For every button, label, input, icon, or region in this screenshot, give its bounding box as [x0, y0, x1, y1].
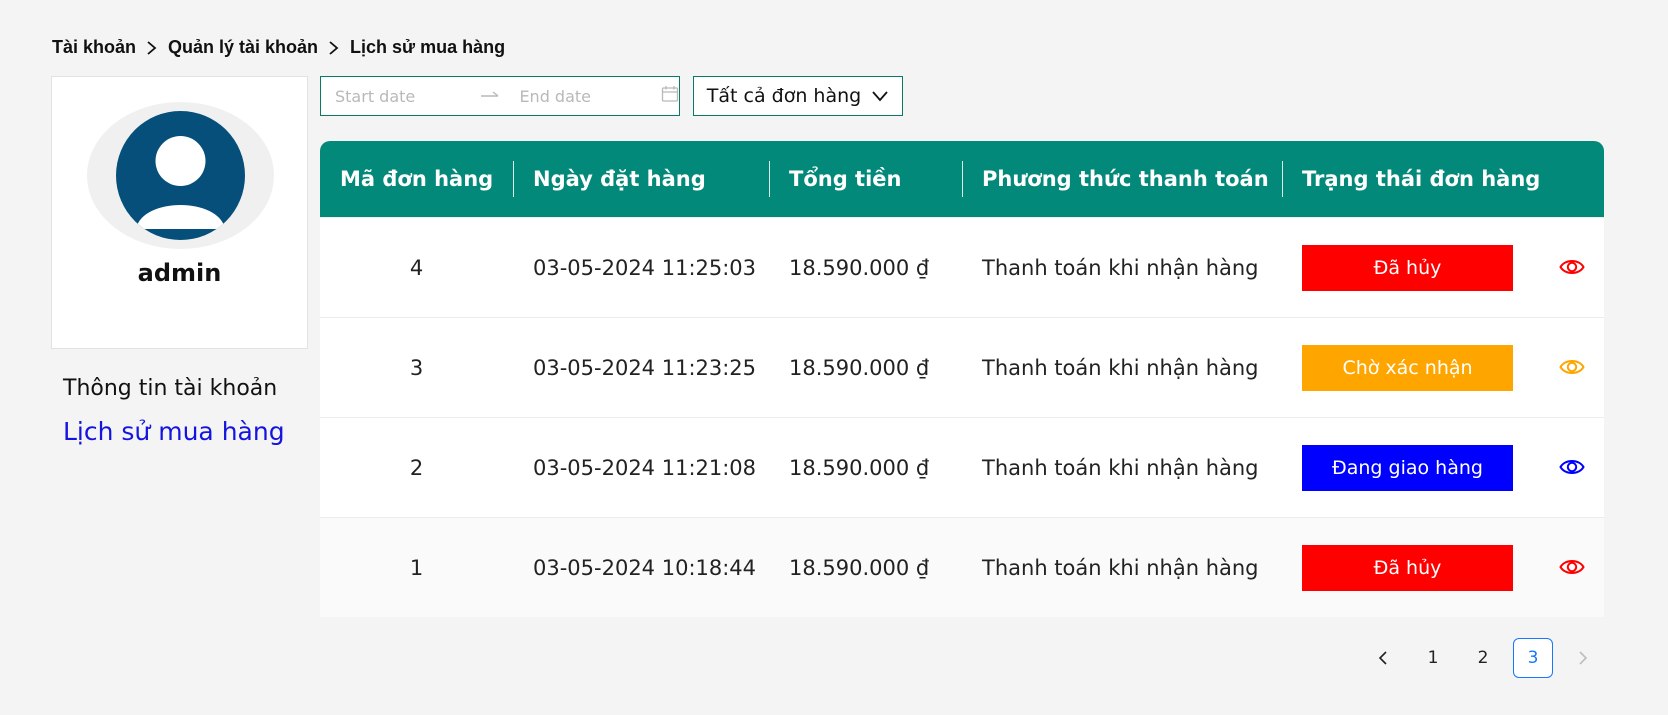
page-button-2[interactable]: 2: [1463, 638, 1503, 678]
order-date: 03-05-2024 11:23:25: [533, 355, 757, 380]
order-id: 3: [409, 355, 424, 380]
menu-item-account-info[interactable]: Thông tin tài khoản: [63, 374, 285, 404]
breadcrumb-account[interactable]: Tài khoản: [52, 37, 136, 58]
breadcrumb-purchase-history: Lịch sử mua hàng: [350, 37, 506, 57]
table-row: 4 03-05-2024 11:25:03 18.590.000 ₫ Thanh…: [320, 217, 1604, 317]
menu-item-purchase-history[interactable]: Lịch sử mua hàng: [63, 417, 285, 447]
column-header-payment-method: Phương thức thanh toán: [962, 141, 1282, 217]
view-order-eye-icon[interactable]: [1559, 256, 1585, 278]
order-date: 03-05-2024 11:21:08: [533, 455, 757, 480]
view-order-eye-icon[interactable]: [1559, 556, 1585, 578]
next-page-chevron-right-icon[interactable]: [1563, 638, 1603, 678]
order-status-cell: Chờ xác nhận: [1282, 344, 1604, 391]
order-status-select[interactable]: Tất cả đơn hàng: [693, 76, 903, 116]
view-order-eye-icon[interactable]: [1559, 356, 1585, 378]
date-range-picker[interactable]: Start date End date: [320, 76, 680, 116]
chevron-down-icon: [871, 85, 889, 107]
orders-table: Mã đơn hàng Ngày đặt hàng Tổng tiền Phươ…: [320, 141, 1604, 617]
chevron-right-icon: [146, 40, 158, 56]
order-total: 18.590.000 ₫: [789, 355, 930, 380]
breadcrumb: Tài khoản Quản lý tài khoản Lịch sử mua …: [52, 37, 505, 58]
payment-method: Thanh toán khi nhận hàng: [982, 255, 1259, 280]
table-row: 1 03-05-2024 10:18:44 18.590.000 ₫ Thanh…: [320, 517, 1604, 617]
chevron-right-icon: [328, 40, 340, 56]
user-avatar-icon: [116, 111, 245, 240]
breadcrumb-account-management[interactable]: Quản lý tài khoản: [168, 37, 318, 58]
column-header-order-id: Mã đơn hàng: [340, 167, 494, 191]
order-id: 4: [409, 255, 424, 280]
calendar-icon[interactable]: [661, 85, 679, 107]
payment-method: Thanh toán khi nhận hàng: [982, 455, 1259, 480]
order-status-cell: Đang giao hàng: [1282, 444, 1604, 491]
status-badge: Đang giao hàng: [1302, 444, 1513, 491]
order-total: 18.590.000 ₫: [789, 455, 930, 480]
payment-method: Thanh toán khi nhận hàng: [982, 555, 1259, 580]
account-side-menu: Thông tin tài khoản Lịch sử mua hàng: [63, 374, 285, 447]
order-status-cell: Đã hủy: [1282, 244, 1604, 291]
order-total: 18.590.000 ₫: [789, 555, 930, 580]
arrow-right-icon: [480, 87, 510, 106]
column-header-total: Tổng tiền: [769, 141, 962, 217]
order-date: 03-05-2024 11:25:03: [533, 255, 757, 280]
table-row: 3 03-05-2024 11:23:25 18.590.000 ₫ Thanh…: [320, 317, 1604, 417]
payment-method: Thanh toán khi nhận hàng: [982, 355, 1259, 380]
username: admin: [137, 259, 222, 287]
view-order-eye-icon[interactable]: [1559, 456, 1585, 478]
page-button-3[interactable]: 3: [1513, 638, 1553, 678]
pagination: 1 2 3: [1363, 638, 1603, 678]
table-row: 2 03-05-2024 11:21:08 18.590.000 ₫ Thanh…: [320, 417, 1604, 517]
page-button-1[interactable]: 1: [1413, 638, 1453, 678]
order-status-selected: Tất cả đơn hàng: [706, 85, 862, 107]
order-date: 03-05-2024 10:18:44: [533, 555, 757, 580]
avatar-ring: [87, 102, 274, 249]
order-total: 18.590.000 ₫: [789, 255, 930, 280]
status-badge: Chờ xác nhận: [1302, 344, 1513, 391]
start-date-input[interactable]: Start date: [335, 87, 480, 106]
order-id: 2: [409, 455, 424, 480]
status-badge: Đã hủy: [1302, 244, 1513, 291]
order-id: 1: [409, 555, 424, 580]
status-badge: Đã hủy: [1302, 544, 1513, 591]
order-status-cell: Đã hủy: [1282, 544, 1604, 591]
column-header-order-status: Trạng thái đơn hàng: [1282, 141, 1604, 217]
prev-page-chevron-left-icon[interactable]: [1363, 638, 1403, 678]
column-header-order-date: Ngày đặt hàng: [513, 141, 769, 217]
table-header: Mã đơn hàng Ngày đặt hàng Tổng tiền Phươ…: [320, 141, 1604, 217]
profile-card: admin: [51, 76, 308, 349]
end-date-input[interactable]: End date: [519, 87, 657, 106]
